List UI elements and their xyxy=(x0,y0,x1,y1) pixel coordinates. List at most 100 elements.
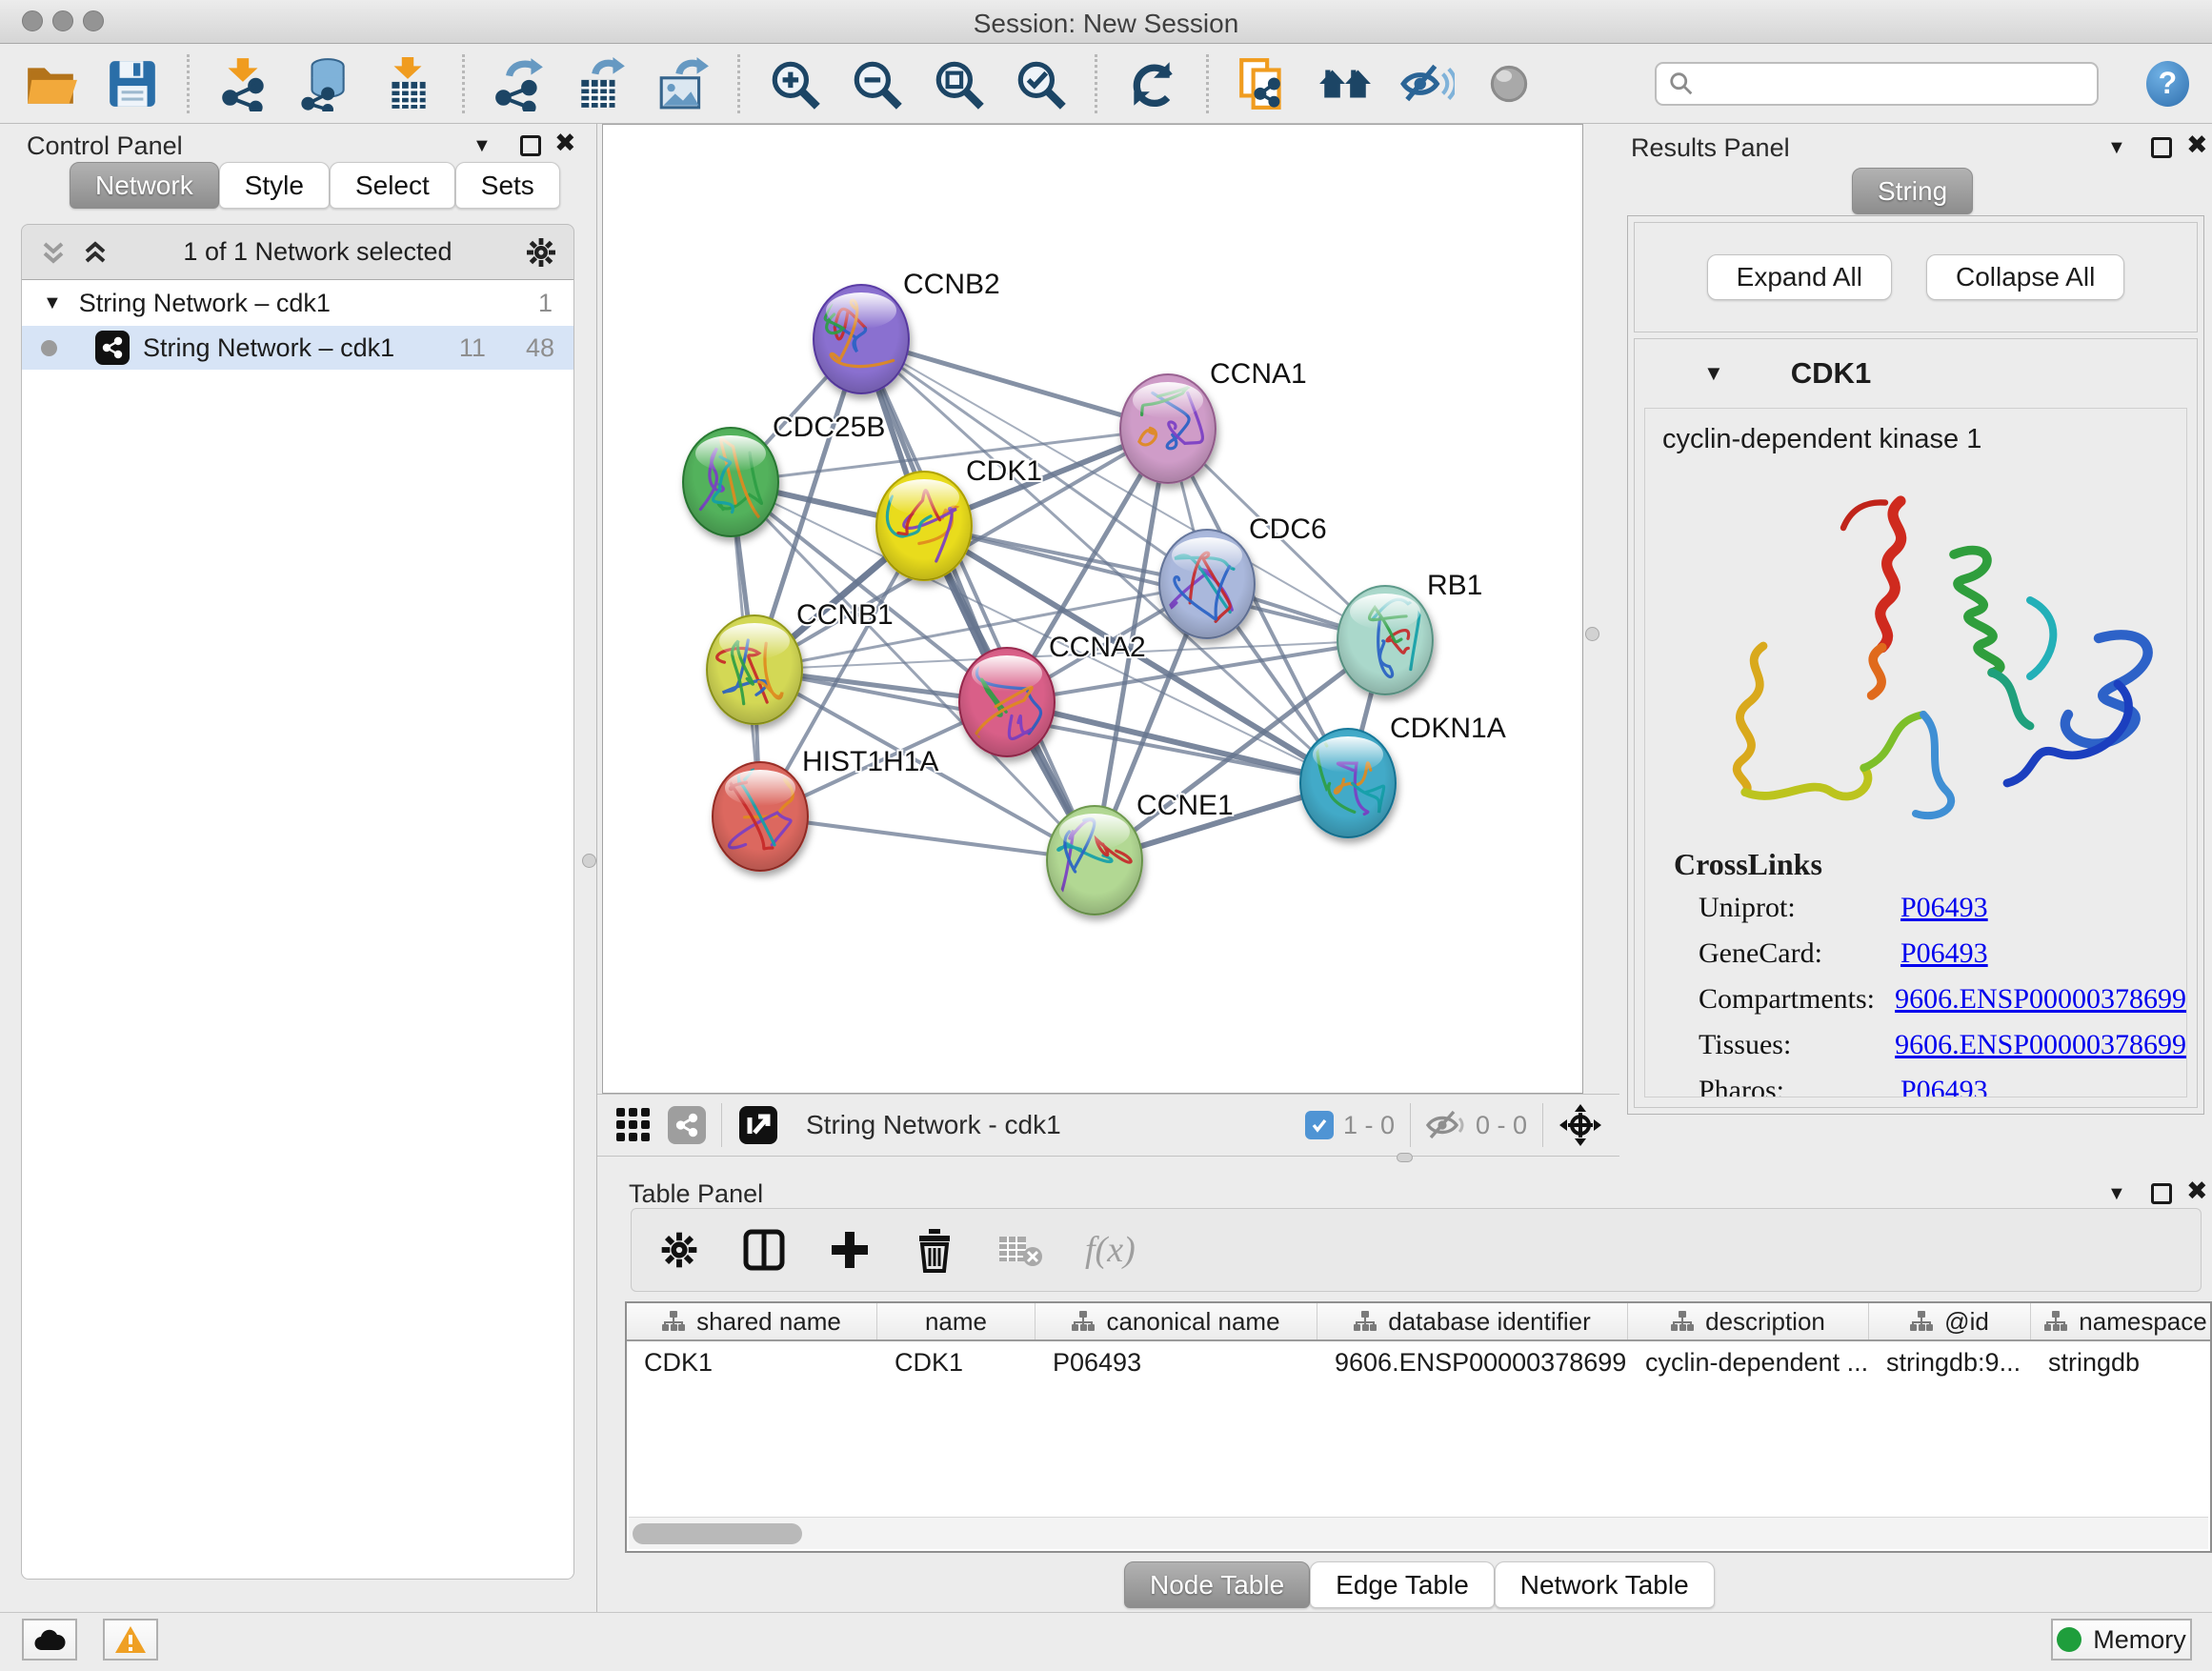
edge-CCNB2-CCNE1[interactable] xyxy=(861,339,1095,860)
expand-all-button[interactable]: Expand All xyxy=(1707,254,1892,300)
selected-checkbox-icon[interactable] xyxy=(1305,1111,1334,1139)
left-splitter-handle[interactable] xyxy=(582,854,596,868)
gene-section-header[interactable]: ▼ CDK1 xyxy=(1635,339,2197,408)
show-glyph-icon[interactable] xyxy=(1481,56,1537,111)
open-session-icon[interactable] xyxy=(23,56,78,111)
crosslink-link[interactable]: 9606.ENSP00000378699 xyxy=(1895,1029,2186,1061)
column-header-namespace[interactable]: namespace xyxy=(2031,1303,2212,1339)
table-cell[interactable]: stringdb xyxy=(2031,1341,2212,1383)
table-gear-icon[interactable] xyxy=(658,1229,700,1271)
crosslink-link[interactable]: P06493 xyxy=(1900,937,1988,970)
zoom-in-icon[interactable] xyxy=(767,56,822,111)
external-window-icon[interactable] xyxy=(737,1104,779,1146)
collapse-all-button[interactable]: Collapse All xyxy=(1926,254,2124,300)
collapse-all-tree-icon[interactable] xyxy=(79,236,111,269)
node-CCNB2[interactable]: CCNB2 xyxy=(814,269,1000,393)
network-graph[interactable]: CCNB2CCNA1CDC25BCDK1CDC6RB1CCNB1CCNA2CDK… xyxy=(603,125,1583,1094)
crosslink-link[interactable]: 9606.ENSP00000378699 xyxy=(1895,983,2186,1016)
expand-all-tree-icon[interactable] xyxy=(37,236,70,269)
table-panel-menu-icon[interactable]: ▼ xyxy=(2107,1183,2126,1205)
tab-style[interactable]: Style xyxy=(219,162,330,209)
node-CDC25B[interactable]: CDC25B xyxy=(683,412,885,536)
tab-select[interactable]: Select xyxy=(330,162,455,209)
network-share-icon[interactable] xyxy=(668,1106,706,1144)
tab-network[interactable]: Network xyxy=(70,162,219,209)
table-cell[interactable]: stringdb:9... xyxy=(1869,1341,2031,1383)
bottom-splitter-handle[interactable] xyxy=(1397,1153,1413,1162)
export-table-icon[interactable] xyxy=(573,56,629,111)
column-header-shared-name[interactable]: shared name xyxy=(627,1303,877,1339)
tab-string[interactable]: String xyxy=(1852,168,1973,214)
protein-structure-image xyxy=(1645,455,2186,841)
cloud-button[interactable] xyxy=(22,1619,77,1661)
pan-crosshair-icon[interactable] xyxy=(1558,1103,1602,1147)
collapse-triangle-icon[interactable]: ▼ xyxy=(43,292,62,314)
node-CDKN1A[interactable]: CDKN1A xyxy=(1300,713,1506,837)
tab-network-table[interactable]: Network Table xyxy=(1495,1561,1715,1608)
delete-column-icon[interactable] xyxy=(914,1227,955,1273)
export-network-icon[interactable] xyxy=(492,56,547,111)
clone-network-icon[interactable] xyxy=(1236,56,1291,111)
node-label-HIST1H1A: HIST1H1A xyxy=(802,746,938,777)
control-panel-menu-icon[interactable]: ▼ xyxy=(473,135,492,157)
column-header-canonical-name[interactable]: canonical name xyxy=(1036,1303,1317,1339)
search-input[interactable] xyxy=(1695,69,2085,98)
right-splitter-handle[interactable] xyxy=(1585,627,1599,641)
column-header-label: description xyxy=(1705,1307,1825,1337)
column-header-database-identifier[interactable]: database identifier xyxy=(1317,1303,1628,1339)
crosslink-link[interactable]: P06493 xyxy=(1900,892,1988,924)
zoom-fit-icon[interactable] xyxy=(931,56,986,111)
column-header-name[interactable]: name xyxy=(877,1303,1036,1339)
edge-HIST1H1A-CCNE1[interactable] xyxy=(760,816,1095,860)
network-row-selected[interactable]: String Network – cdk1 11 48 xyxy=(22,326,573,370)
results-panel-float-icon[interactable] xyxy=(2151,137,2172,158)
tab-node-table[interactable]: Node Table xyxy=(1124,1561,1310,1608)
gear-icon[interactable] xyxy=(524,235,558,270)
node-CCNE1[interactable]: CCNE1 xyxy=(1047,790,1234,915)
table-cell[interactable]: CDK1 xyxy=(877,1341,1036,1383)
node-CCNB1[interactable]: CCNB1 xyxy=(707,599,894,724)
help-icon[interactable]: ? xyxy=(2146,61,2189,107)
table-cell[interactable]: CDK1 xyxy=(627,1341,877,1383)
network-collection-row[interactable]: ▼ String Network – cdk1 1 xyxy=(22,280,573,326)
node-RB1[interactable]: RB1 xyxy=(1337,570,1482,695)
zoom-out-icon[interactable] xyxy=(849,56,904,111)
houses-icon[interactable] xyxy=(1317,56,1373,111)
hide-glyph-icon[interactable] xyxy=(1399,56,1455,111)
refresh-icon[interactable] xyxy=(1124,56,1179,111)
tab-edge-table[interactable]: Edge Table xyxy=(1310,1561,1495,1608)
show-columns-icon[interactable] xyxy=(742,1228,786,1272)
crosslink-link[interactable]: P06493 xyxy=(1900,1075,1988,1097)
control-panel-float-icon[interactable] xyxy=(520,135,541,156)
table-cell[interactable]: P06493 xyxy=(1036,1341,1317,1383)
control-panel-close-icon[interactable]: ✖ xyxy=(554,129,576,158)
results-panel-menu-icon[interactable]: ▼ xyxy=(2107,137,2126,159)
results-panel-close-icon[interactable]: ✖ xyxy=(2186,131,2208,160)
column-header-description[interactable]: description xyxy=(1628,1303,1869,1339)
grid-icon[interactable] xyxy=(614,1106,653,1144)
add-column-icon[interactable] xyxy=(828,1228,872,1272)
save-session-icon[interactable] xyxy=(105,56,160,111)
node-HIST1H1A[interactable]: HIST1H1A xyxy=(713,746,938,871)
table-cell[interactable]: 9606.ENSP00000378699 xyxy=(1317,1341,1628,1383)
import-network-database-icon[interactable] xyxy=(298,56,353,111)
table-cell[interactable]: cyclin-dependent ... xyxy=(1628,1341,1869,1383)
collapse-triangle-icon[interactable]: ▼ xyxy=(1703,361,1724,386)
export-image-icon[interactable] xyxy=(655,56,711,111)
table-row[interactable]: CDK1CDK1P064939606.ENSP00000378699cyclin… xyxy=(627,1341,2210,1383)
warnings-button[interactable] xyxy=(103,1619,158,1661)
table-panel-close-icon[interactable]: ✖ xyxy=(2186,1177,2208,1206)
table-hscrollbar[interactable] xyxy=(629,1517,2208,1549)
network-canvas[interactable]: CCNB2CCNA1CDC25BCDK1CDC6RB1CCNB1CCNA2CDK… xyxy=(602,124,1583,1094)
node-CCNA1[interactable]: CCNA1 xyxy=(1120,358,1307,483)
zoom-selected-icon[interactable] xyxy=(1013,56,1068,111)
tab-sets[interactable]: Sets xyxy=(455,162,560,209)
hscrollbar-thumb[interactable] xyxy=(633,1523,802,1544)
network-label: String Network – cdk1 xyxy=(143,333,394,363)
column-header-id[interactable]: @id xyxy=(1869,1303,2031,1339)
memory-button[interactable]: Memory xyxy=(2051,1619,2192,1661)
edge-CCNA2-CDKN1A[interactable] xyxy=(1007,702,1348,783)
import-network-file-icon[interactable] xyxy=(216,56,271,111)
import-table-icon[interactable] xyxy=(380,56,435,111)
table-panel-float-icon[interactable] xyxy=(2151,1183,2172,1204)
